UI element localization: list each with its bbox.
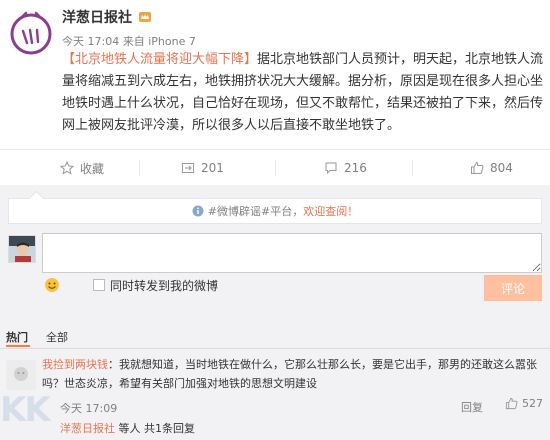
favorite-button[interactable]: 收藏 xyxy=(60,150,104,186)
comment-time: 今天 17:09 xyxy=(60,402,118,415)
watermark-logo: KK xyxy=(0,390,51,430)
comment-body: ：我就想知道，当时地铁在做什么，它那么壮那么长，要是它出手，那男的还敢这么嚣张吗… xyxy=(42,358,537,390)
author-name[interactable]: 洋葱日报社 xyxy=(62,7,132,27)
comment-count: 216 xyxy=(344,161,367,175)
emoji-icon[interactable] xyxy=(44,277,60,293)
rumor-notice: #微博辟谣#平台， 欢迎查阅！ xyxy=(8,198,542,224)
thumbs-up-icon xyxy=(471,161,484,174)
comment-input[interactable] xyxy=(42,233,542,273)
sub-reply-summary[interactable]: 洋葱日报社 等人 共1条回复 xyxy=(60,420,195,436)
submit-comment-button[interactable]: 评论 xyxy=(484,275,542,301)
comment-icon xyxy=(325,162,337,175)
comment-panel: #微博辟谣#平台， 欢迎查阅！ 同时转发到我的微博 评论 热门 全部 我捡到两块… xyxy=(0,185,550,440)
divider xyxy=(412,160,413,176)
action-bar: 收藏 201 216 804 xyxy=(0,149,550,185)
sub-reply-count: 等人 共1条回复 xyxy=(118,422,196,435)
comment-like-button[interactable]: 527 xyxy=(505,397,543,410)
post-content: 【北京地铁人流量将迎大幅下降】据北京地铁部门人员预计，明天起，北京地铁人流量将缩… xyxy=(62,49,544,137)
tab-all[interactable]: 全部 xyxy=(46,329,68,345)
commenter-name[interactable]: 我捡到两块钱 xyxy=(42,358,108,371)
also-repost-checkbox[interactable] xyxy=(93,279,105,291)
rumor-notice-text: #微博辟谣#平台， xyxy=(207,205,304,218)
author-avatar[interactable] xyxy=(8,10,54,56)
star-icon xyxy=(60,161,74,175)
divider xyxy=(275,160,276,176)
commenter-avatar[interactable] xyxy=(6,360,36,390)
tab-hot[interactable]: 热门 xyxy=(6,329,28,345)
like-button[interactable]: 804 xyxy=(470,150,513,186)
crown-badge-icon xyxy=(138,9,152,23)
post-meta: 今天 17:04 来自 iPhone 7 xyxy=(62,33,196,49)
thumbs-up-icon xyxy=(505,397,518,410)
also-repost-label[interactable]: 同时转发到我的微博 xyxy=(110,277,218,294)
post-headline-tag[interactable]: 【北京地铁人流量将迎大幅下降】 xyxy=(62,52,257,67)
comment-text: 我捡到两块钱：我就想知道，当时地铁在做什么，它那么壮那么长，要是它出手，那男的还… xyxy=(42,355,547,393)
favorite-label: 收藏 xyxy=(80,161,105,176)
current-user-avatar[interactable] xyxy=(8,235,36,263)
comment-button[interactable]: 216 xyxy=(324,150,367,186)
post-source[interactable]: iPhone 7 xyxy=(148,35,196,48)
info-icon xyxy=(192,205,204,217)
reply-button[interactable]: 回复 xyxy=(461,399,483,415)
post-time[interactable]: 今天 17:04 xyxy=(62,35,119,48)
divider xyxy=(139,160,140,176)
repost-count: 201 xyxy=(201,161,224,175)
comment-like-count: 527 xyxy=(522,397,543,410)
sub-reply-user[interactable]: 洋葱日报社 xyxy=(60,422,115,435)
active-tab-indicator xyxy=(6,345,30,347)
repost-icon xyxy=(182,163,194,173)
comment-item: 我捡到两块钱：我就想知道，当时地铁在做什么，它那么壮那么长，要是它出手，那男的还… xyxy=(0,350,550,440)
post-source-prefix: 来自 xyxy=(122,35,145,48)
comment-tabs: 热门 全部 xyxy=(0,325,550,349)
like-count: 804 xyxy=(490,161,513,175)
repost-button[interactable]: 201 xyxy=(181,150,224,186)
weibo-post: 洋葱日报社 今天 17:04 来自 iPhone 7 【北京地铁人流量将迎大幅下… xyxy=(0,0,550,185)
rumor-notice-link[interactable]: 欢迎查阅！ xyxy=(303,203,358,219)
